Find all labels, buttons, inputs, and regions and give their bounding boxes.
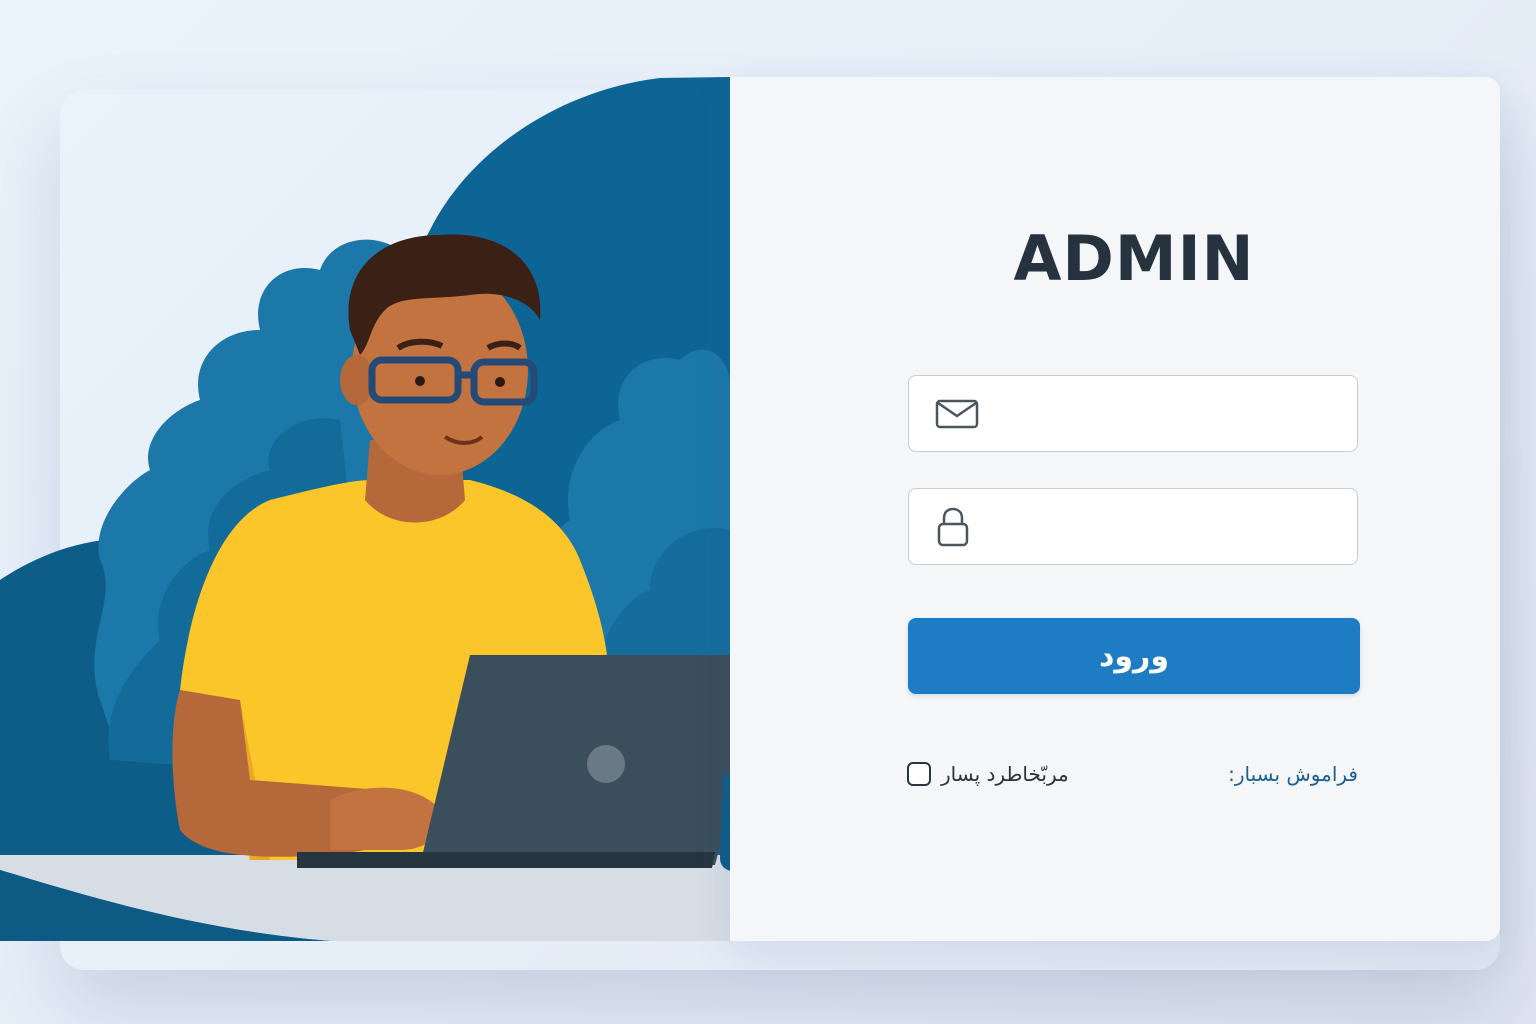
envelope-icon: [935, 399, 979, 429]
email-field[interactable]: [908, 375, 1358, 452]
laptop-logo: [587, 745, 625, 783]
remember-label: مربّخاطرد پسار: [941, 762, 1069, 786]
email-input[interactable]: [999, 386, 1343, 443]
login-button[interactable]: ورود: [908, 618, 1360, 694]
laptop-base: [297, 852, 715, 868]
remember-checkbox[interactable]: [907, 762, 931, 786]
remember-me[interactable]: مربّخاطرد پسار: [907, 759, 1069, 789]
lock-icon: [935, 507, 971, 547]
password-input[interactable]: [999, 499, 1343, 556]
password-field[interactable]: [908, 488, 1358, 565]
page-title: ADMIN: [1013, 222, 1255, 295]
forgot-password-link[interactable]: فراموش بسبار:: [1228, 762, 1358, 786]
